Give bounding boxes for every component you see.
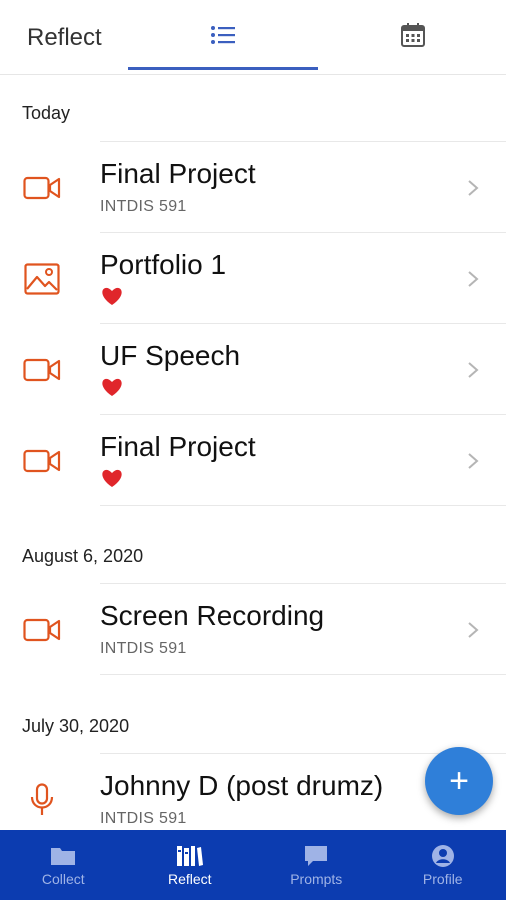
- nav-label: Collect: [41, 871, 85, 887]
- item-subtitle: INTDIS 591: [100, 640, 187, 657]
- chat-bubble-icon: [303, 843, 329, 869]
- heart-icon: [102, 287, 122, 305]
- item-subtitle: INTDIS 591: [100, 198, 187, 215]
- list-item[interactable]: UF Speech: [0, 324, 506, 415]
- chevron-right-icon: [468, 622, 479, 638]
- item-title: Final Project: [100, 158, 256, 189]
- video-icon: [22, 445, 62, 477]
- chevron-right-icon: [468, 180, 479, 196]
- item-title: Portfolio 1: [100, 249, 227, 280]
- chevron-right-icon: [468, 271, 479, 287]
- section-header-date: August 6, 2020: [22, 546, 144, 566]
- nav-label: Prompts: [290, 871, 343, 887]
- nav-collect[interactable]: Collect: [0, 830, 127, 900]
- nav-prompts[interactable]: Prompts: [253, 830, 380, 900]
- tab-calendar-view[interactable]: [386, 0, 440, 70]
- video-icon: [22, 354, 62, 386]
- user-circle-icon: [431, 843, 455, 869]
- nav-label: Profile: [422, 871, 463, 887]
- list-item[interactable]: Final Project: [0, 415, 506, 506]
- item-title: UF Speech: [100, 340, 241, 371]
- folder-icon: [50, 843, 76, 869]
- item-title: Johnny D (post drumz): [100, 770, 384, 801]
- add-entry-button[interactable]: +: [425, 747, 493, 815]
- item-title: Final Project: [100, 431, 256, 462]
- image-icon: [22, 263, 62, 295]
- nav-profile[interactable]: Profile: [380, 830, 506, 900]
- books-icon: [176, 843, 204, 869]
- section-header-date: July 30, 2020: [22, 716, 130, 736]
- list-icon: [211, 26, 235, 44]
- chevron-right-icon: [468, 453, 479, 469]
- section-header-today: Today: [22, 103, 71, 123]
- item-subtitle: INTDIS 591: [100, 810, 187, 827]
- page-title: Reflect: [27, 24, 102, 51]
- divider: [100, 674, 506, 675]
- calendar-icon: [401, 23, 425, 47]
- list-item[interactable]: Final Project INTDIS 591: [0, 142, 506, 233]
- item-title: Screen Recording: [100, 600, 325, 631]
- list-item[interactable]: Portfolio 1: [0, 233, 506, 324]
- microphone-icon: [22, 783, 62, 816]
- list-item[interactable]: Screen Recording INTDIS 591: [0, 584, 506, 675]
- nav-label: Reflect: [167, 871, 212, 887]
- chevron-right-icon: [468, 362, 479, 378]
- top-bar: Reflect: [0, 0, 506, 75]
- bottom-nav: Collect Reflect Prompts Profile: [0, 830, 506, 900]
- nav-reflect[interactable]: Reflect: [127, 830, 254, 900]
- video-icon: [22, 614, 62, 646]
- video-icon: [22, 172, 62, 204]
- plus-icon: +: [449, 762, 469, 800]
- active-tab-indicator: [128, 67, 318, 70]
- divider: [100, 505, 506, 506]
- heart-icon: [102, 469, 122, 487]
- heart-icon: [102, 378, 122, 396]
- tab-list-view[interactable]: [128, 0, 318, 70]
- entries-list[interactable]: Today Final Project INTDIS 591 Portfolio…: [0, 75, 506, 830]
